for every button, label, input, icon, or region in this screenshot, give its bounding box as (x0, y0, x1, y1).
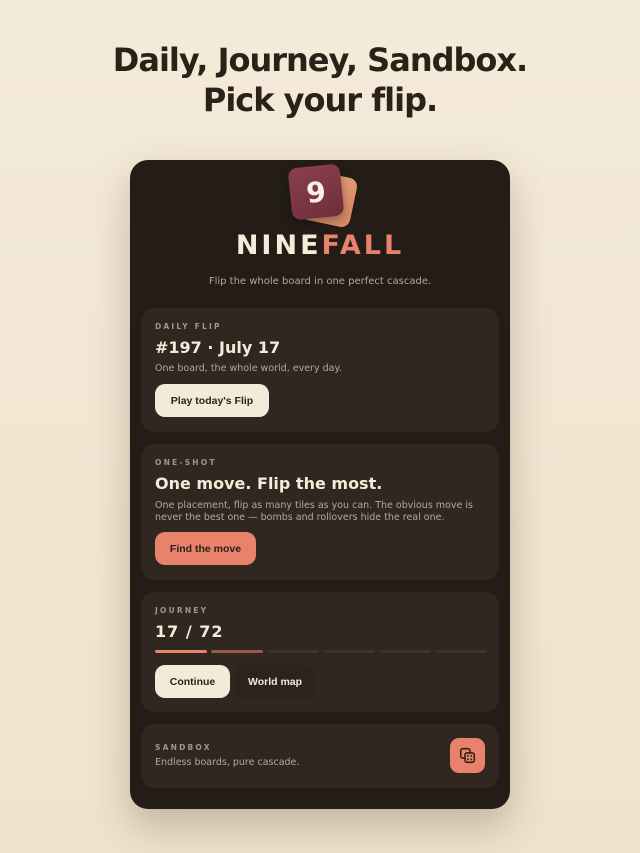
daily-flip-desc: One board, the whole world, every day. (155, 363, 342, 374)
tagline: Flip the whole board in one perfect casc… (208, 276, 432, 287)
sandbox-card[interactable]: SANDBOX Endless boards, pure cascade. (141, 724, 499, 788)
sandbox-play-button[interactable] (450, 738, 485, 773)
logo-front-tile: 9 (287, 163, 345, 221)
logo-icon: 9 (287, 163, 359, 229)
headline-line-1: Daily, Journey, Sandbox. (112, 41, 528, 79)
continue-button[interactable]: Continue (155, 665, 230, 698)
sandbox-desc: Endless boards, pure cascade. (155, 757, 300, 768)
progress-segment (379, 650, 431, 653)
progress-segment (323, 650, 375, 653)
one-shot-label: ONE-SHOT (155, 458, 217, 467)
dice-icon (459, 747, 476, 764)
one-shot-title: One move. Flip the most. (155, 474, 383, 493)
wordmark-nine: NINE (235, 230, 322, 261)
progress-segment (155, 650, 207, 653)
play-today-button[interactable]: Play today's Flip (155, 384, 269, 417)
progress-segment (267, 650, 319, 653)
world-map-button[interactable]: World map (235, 665, 315, 698)
journey-label: JOURNEY (155, 606, 209, 615)
headline-line-2: Pick your flip. (202, 81, 438, 119)
find-the-move-button[interactable]: Find the move (155, 532, 256, 565)
daily-flip-title: #197 · July 17 (155, 338, 281, 357)
one-shot-desc: One placement, flip as many tiles as you… (155, 500, 473, 523)
one-shot-card: ONE-SHOT One move. Flip the most. One pl… (141, 444, 499, 580)
progress-segment (211, 650, 263, 653)
journey-card: JOURNEY 17 / 72 Continue World map (141, 592, 499, 712)
progress-segment (435, 650, 487, 653)
sandbox-label: SANDBOX (155, 743, 212, 752)
daily-flip-label: DAILY FLIP (155, 322, 222, 331)
journey-progress-text: 17 / 72 (155, 622, 224, 641)
app-screen: 9 NINEFALL Flip the whole board in one p… (130, 160, 510, 809)
app-wordmark: NINEFALL (130, 230, 510, 261)
headline: Daily, Journey, Sandbox. Pick your flip. (0, 40, 640, 120)
wordmark-fall: FALL (321, 230, 405, 261)
journey-progress-bar (155, 650, 487, 654)
daily-flip-card: DAILY FLIP #197 · July 17 One board, the… (141, 308, 499, 432)
